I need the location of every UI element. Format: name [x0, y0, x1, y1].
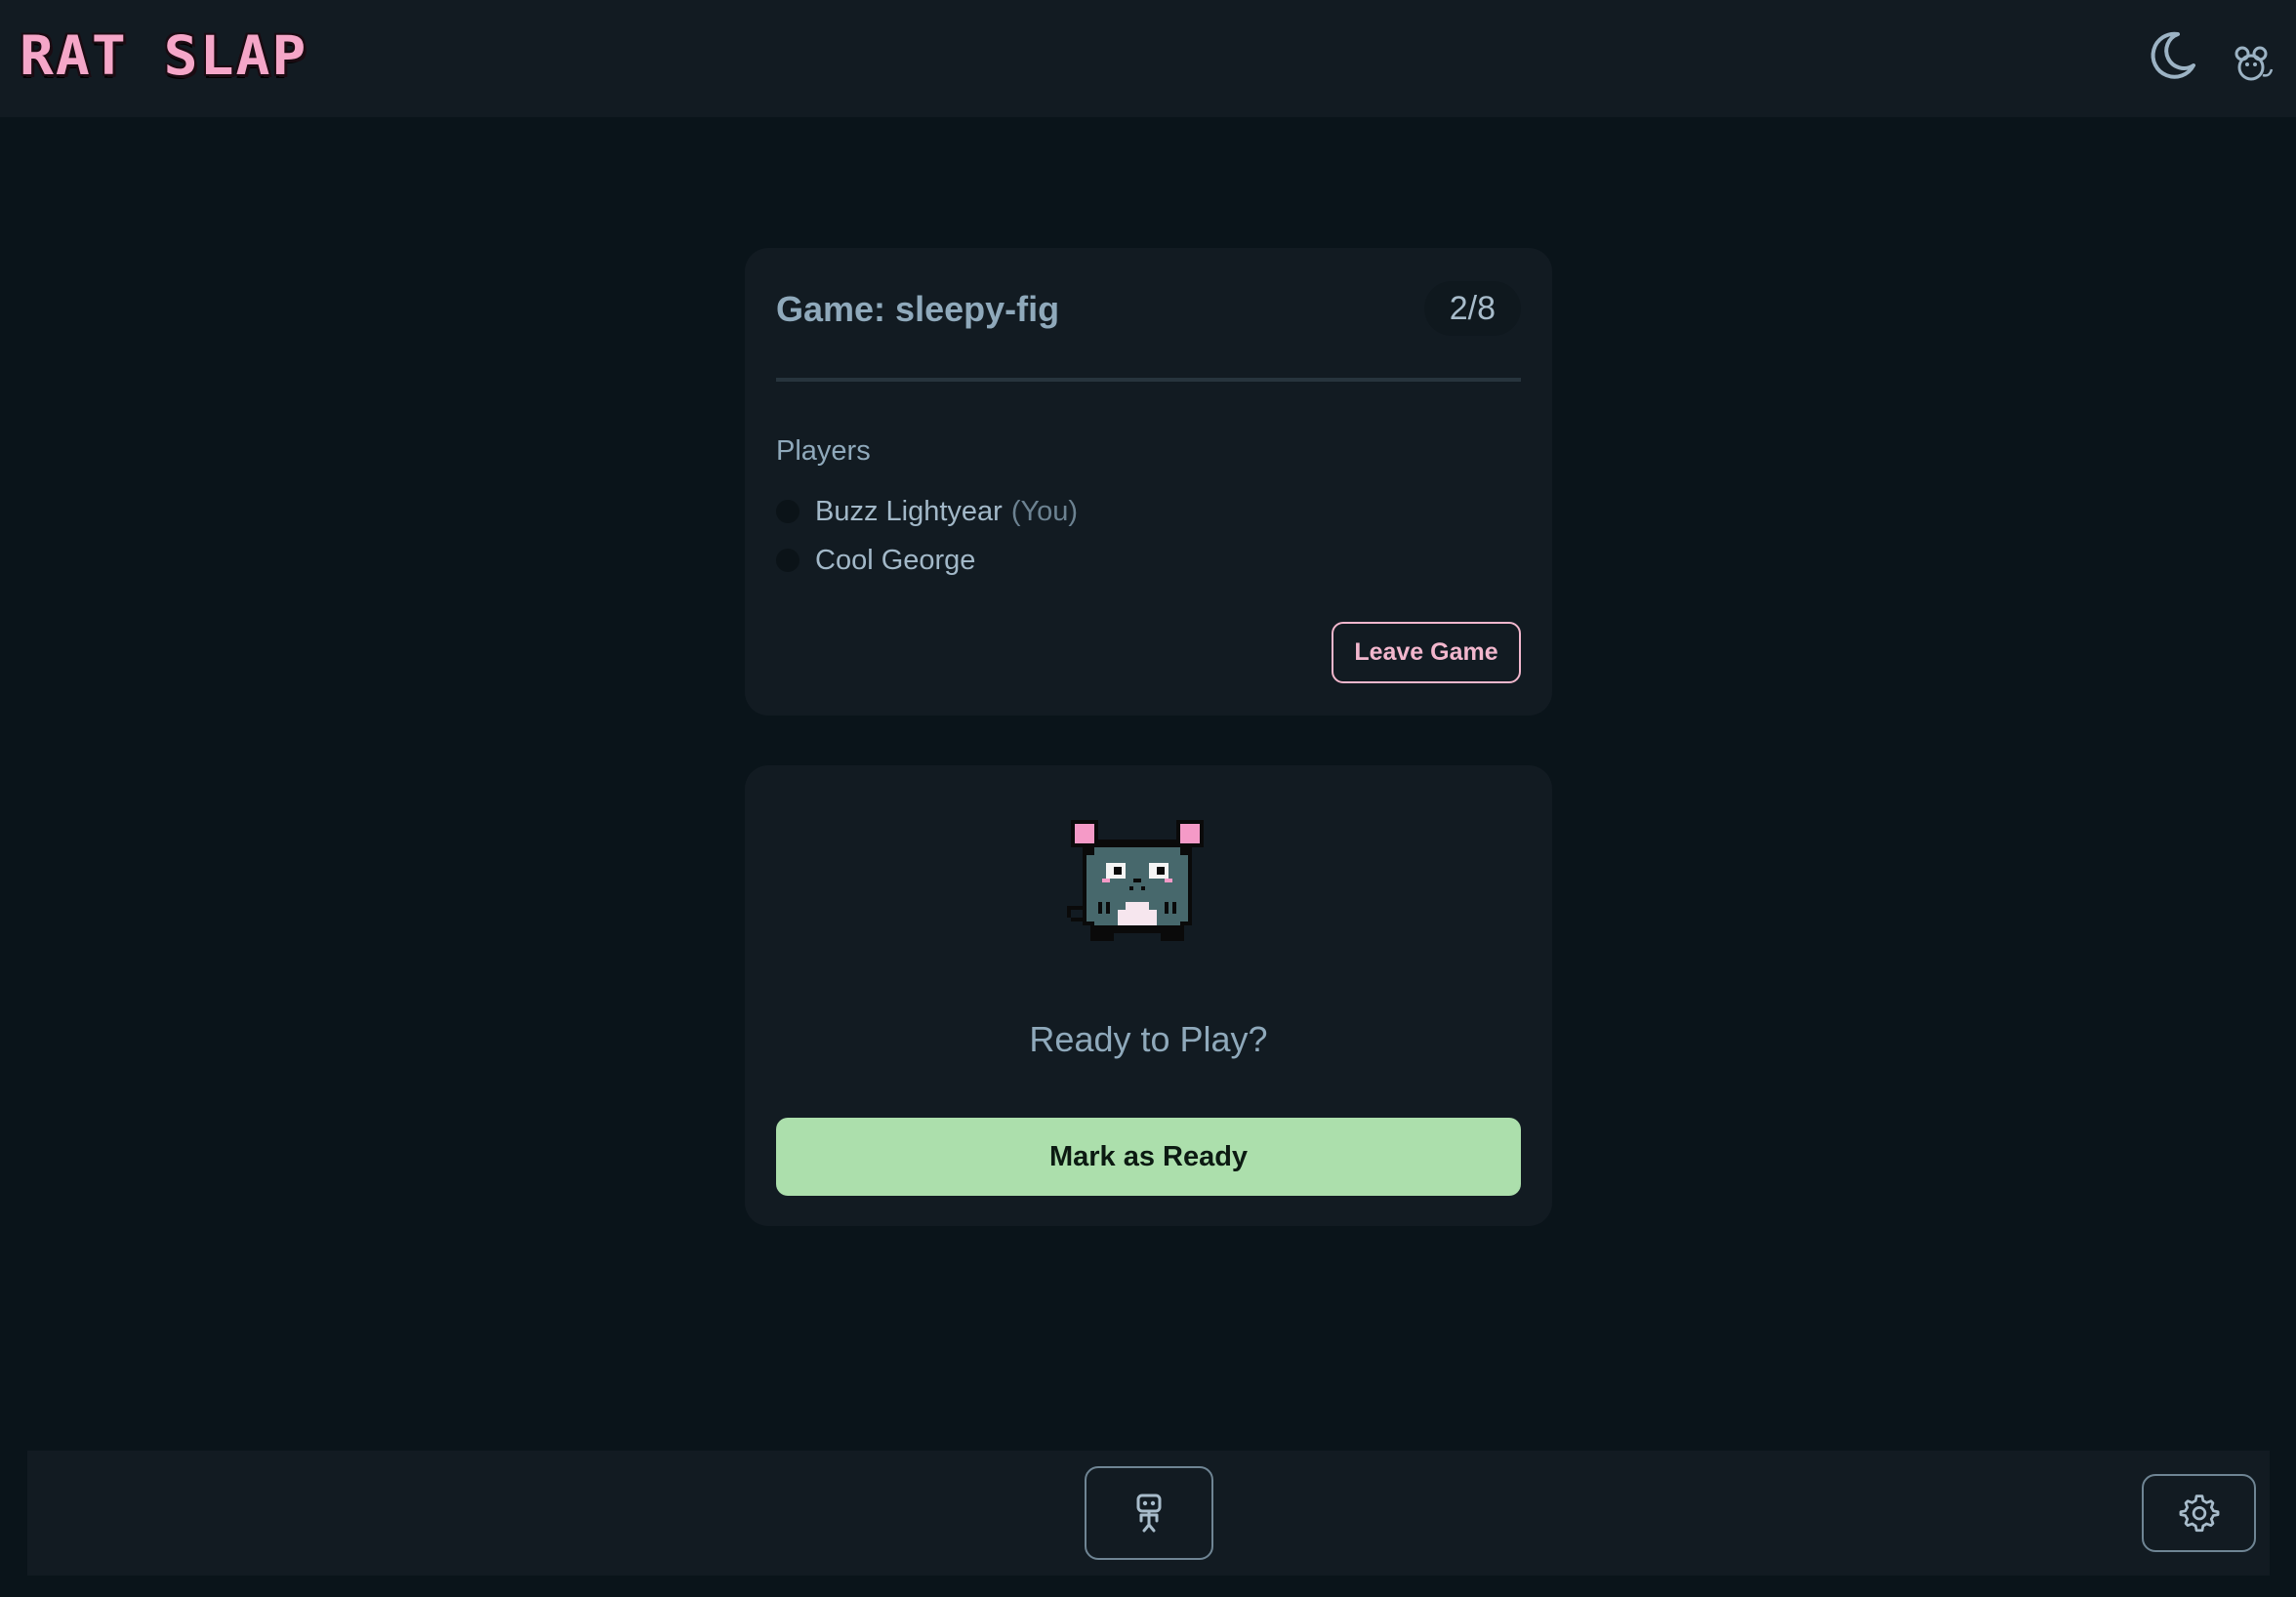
you-tag: (You) [1010, 495, 1079, 527]
app-logo[interactable]: RAT SLAP [20, 23, 308, 89]
add-bot-button[interactable] [1085, 1466, 1213, 1560]
game-lobby-card: Game: sleepy-fig 2/8 Players Buzz Lighty… [745, 248, 1552, 716]
rat-icon [2234, 46, 2274, 81]
players-heading: Players [776, 435, 871, 467]
ready-card: Ready to Play? Mark as Ready [745, 765, 1552, 1226]
profile-button[interactable] [2232, 43, 2275, 86]
divider [776, 378, 1521, 382]
leave-game-button[interactable]: Leave Game [1332, 622, 1521, 683]
bottom-bar [27, 1451, 2270, 1576]
player-name: Buzz Lightyear [815, 495, 1003, 527]
theme-toggle-button[interactable] [2142, 25, 2202, 86]
robot-icon [1136, 1494, 1162, 1533]
top-bar: RAT SLAP [0, 0, 2296, 117]
pixel-rat-icon [1067, 820, 1204, 941]
settings-button[interactable] [2142, 1474, 2256, 1552]
moon-icon [2151, 31, 2195, 79]
player-row: Cool George [776, 536, 1078, 585]
player-status-dot [776, 500, 800, 523]
mark-as-ready-button[interactable]: Mark as Ready [776, 1118, 1521, 1196]
player-name: Cool George [815, 544, 976, 576]
player-count-badge: 2/8 [1423, 281, 1521, 336]
player-row: Buzz Lightyear (You) [776, 487, 1078, 536]
ready-heading: Ready to Play? [1029, 1019, 1268, 1059]
game-title: Game: sleepy-fig [776, 289, 1060, 329]
player-status-dot [776, 549, 800, 572]
gear-icon [2179, 1495, 2219, 1533]
player-list: Buzz Lightyear (You) Cool George [776, 487, 1078, 585]
